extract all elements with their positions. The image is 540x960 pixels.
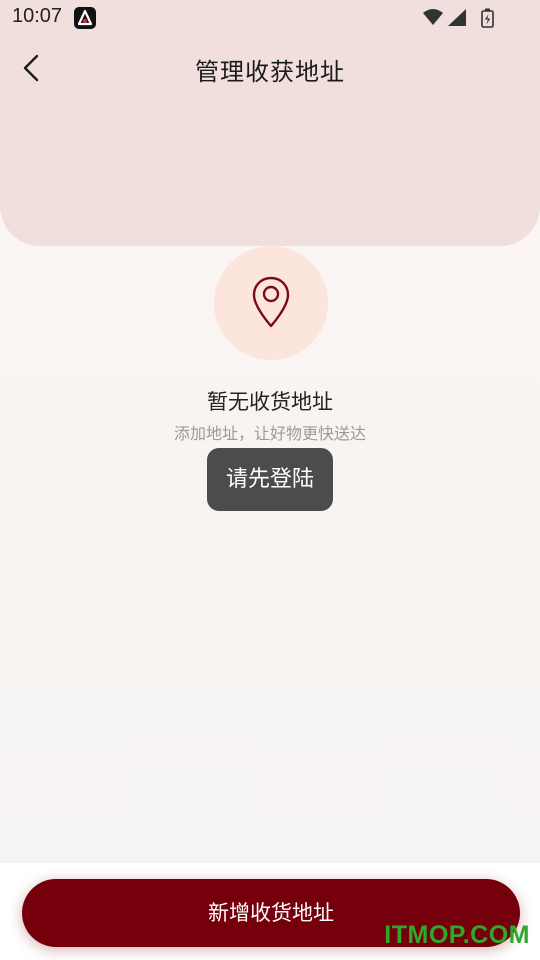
location-pin-badge [214, 246, 328, 360]
empty-state-title: 暂无收货地址 [207, 390, 333, 414]
watermark-text: ITMOP.COM [384, 921, 530, 949]
login-toast: 请先登陆 [207, 448, 333, 511]
header-background [0, 0, 540, 246]
status-time: 10:07 [12, 5, 63, 27]
location-pin-icon [252, 276, 290, 328]
status-icons [422, 7, 500, 33]
empty-state-subtitle: 添加地址，让好物更快送达 [173, 424, 366, 443]
battery-charging-icon [481, 8, 494, 28]
nav-bar: 管理收获地址 [0, 40, 540, 96]
app-badge-icon [74, 7, 96, 29]
wifi-icon [423, 9, 443, 25]
signal-icon [448, 9, 466, 26]
status-bar: 10:07 [0, 0, 540, 36]
page-title: 管理收获地址 [195, 58, 345, 86]
